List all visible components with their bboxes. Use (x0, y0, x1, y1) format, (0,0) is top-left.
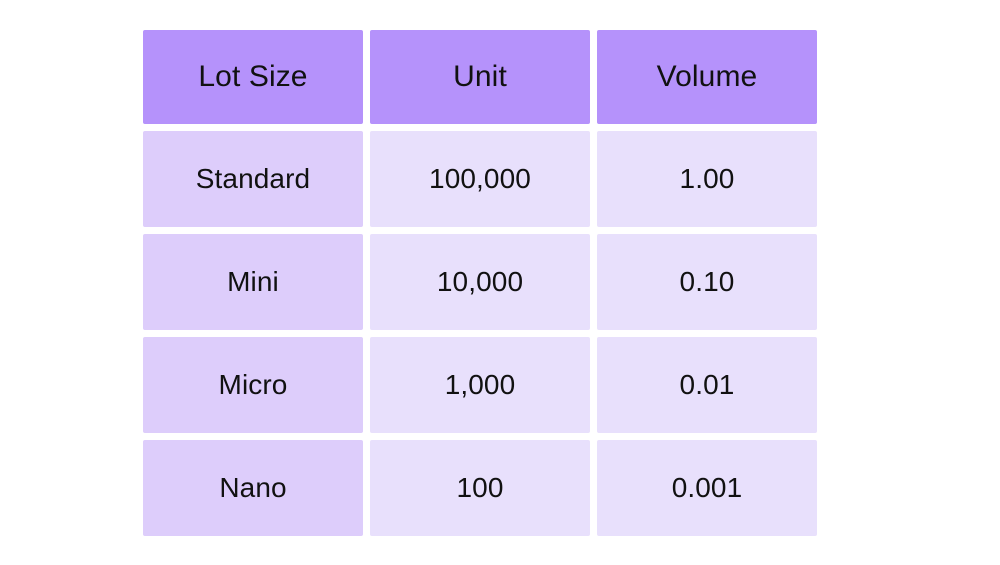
table-row: Nano 100 0.001 (143, 440, 817, 536)
cell-volume: 0.001 (597, 440, 817, 536)
column-header-unit: Unit (370, 30, 590, 124)
lot-size-table-container: Lot Size Unit Volume Standard 100,000 1.… (143, 30, 831, 537)
lot-size-table: Lot Size Unit Volume Standard 100,000 1.… (136, 23, 824, 543)
cell-lot-size: Nano (143, 440, 363, 536)
cell-unit: 100,000 (370, 131, 590, 227)
cell-volume: 0.10 (597, 234, 817, 330)
cell-volume: 0.01 (597, 337, 817, 433)
page-root: { "page": { "background_color": "#ffffff… (0, 0, 1000, 565)
cell-lot-size: Standard (143, 131, 363, 227)
table-row: Standard 100,000 1.00 (143, 131, 817, 227)
cell-volume: 1.00 (597, 131, 817, 227)
cell-unit: 1,000 (370, 337, 590, 433)
cell-lot-size: Mini (143, 234, 363, 330)
column-header-volume: Volume (597, 30, 817, 124)
cell-lot-size: Micro (143, 337, 363, 433)
cell-unit: 10,000 (370, 234, 590, 330)
table-header-row: Lot Size Unit Volume (143, 30, 817, 124)
column-header-lot-size: Lot Size (143, 30, 363, 124)
table-row: Micro 1,000 0.01 (143, 337, 817, 433)
table-header: Lot Size Unit Volume (143, 30, 817, 124)
cell-unit: 100 (370, 440, 590, 536)
table-row: Mini 10,000 0.10 (143, 234, 817, 330)
table-body: Standard 100,000 1.00 Mini 10,000 0.10 M… (143, 131, 817, 536)
